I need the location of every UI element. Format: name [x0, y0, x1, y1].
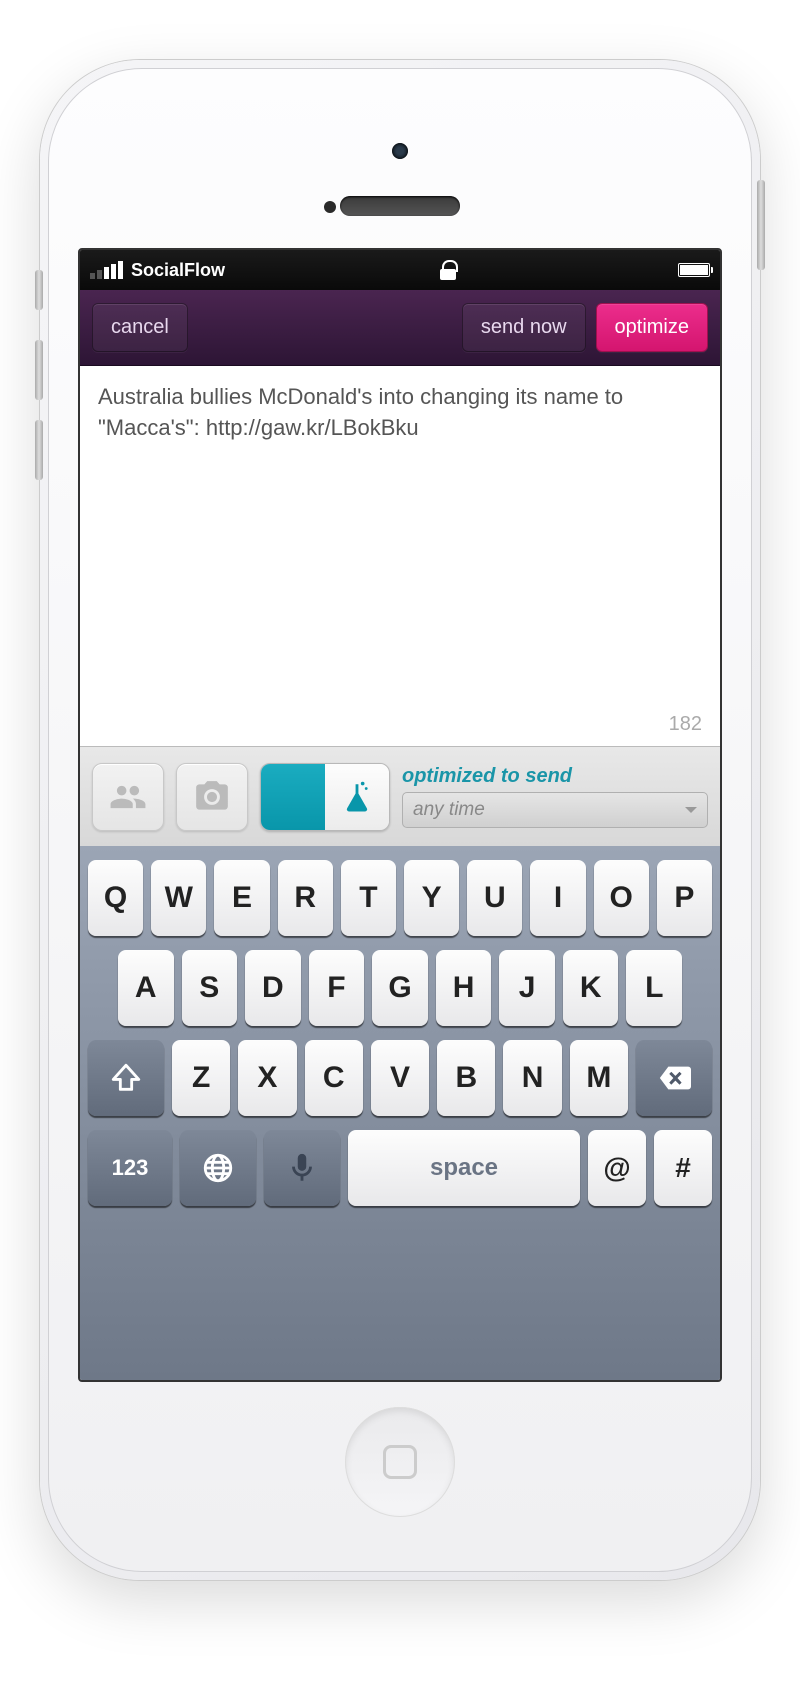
proximity-sensor: [324, 201, 336, 213]
globe-key[interactable]: [180, 1130, 256, 1206]
key-y[interactable]: Y: [404, 860, 459, 936]
key-f[interactable]: F: [309, 950, 365, 1026]
globe-icon: [201, 1151, 235, 1185]
send-now-button[interactable]: send now: [462, 303, 586, 352]
keyboard-row-2: ASDFGHJKL: [88, 950, 712, 1026]
front-camera: [392, 143, 408, 159]
key-m[interactable]: M: [570, 1040, 628, 1116]
compose-toolbar: optimized to send any time: [80, 746, 720, 846]
key-w[interactable]: W: [151, 860, 206, 936]
volume-down: [35, 420, 43, 480]
backspace-key[interactable]: [636, 1040, 712, 1116]
hash-key[interactable]: #: [654, 1130, 712, 1206]
microphone-icon: [285, 1151, 319, 1185]
cancel-button[interactable]: cancel: [92, 303, 188, 352]
battery-icon: [678, 263, 710, 277]
key-h[interactable]: H: [436, 950, 492, 1026]
key-a[interactable]: A: [118, 950, 174, 1026]
lock-icon: [440, 260, 456, 280]
key-s[interactable]: S: [182, 950, 238, 1026]
char-count: 182: [669, 713, 702, 736]
key-n[interactable]: N: [503, 1040, 561, 1116]
key-d[interactable]: D: [245, 950, 301, 1026]
key-r[interactable]: R: [278, 860, 333, 936]
key-l[interactable]: L: [626, 950, 682, 1026]
optimize-toggle[interactable]: [260, 763, 390, 831]
camera-button[interactable]: [176, 763, 248, 831]
key-u[interactable]: U: [467, 860, 522, 936]
compose-area: Australia bullies McDonald's into changi…: [80, 366, 720, 746]
keyboard-row-1: QWERTYUIOP: [88, 860, 712, 936]
numbers-key[interactable]: 123: [88, 1130, 172, 1206]
keyboard-row-3: ZXCVBNM: [88, 1040, 712, 1116]
earpiece-speaker: [340, 196, 460, 216]
key-x[interactable]: X: [238, 1040, 296, 1116]
shift-key[interactable]: [88, 1040, 164, 1116]
nav-bar: cancel send now optimize: [80, 290, 720, 366]
compose-input[interactable]: Australia bullies McDonald's into changi…: [98, 382, 702, 702]
key-j[interactable]: J: [499, 950, 555, 1026]
power-button: [757, 180, 765, 270]
key-t[interactable]: T: [341, 860, 396, 936]
key-k[interactable]: K: [563, 950, 619, 1026]
at-key[interactable]: @: [588, 1130, 646, 1206]
key-c[interactable]: C: [305, 1040, 363, 1116]
time-dropdown[interactable]: any time: [402, 792, 708, 828]
shift-icon: [109, 1061, 143, 1095]
home-button[interactable]: [345, 1407, 455, 1517]
mic-key[interactable]: [264, 1130, 340, 1206]
keyboard: QWERTYUIOP ASDFGHJKL ZXCVBNM 123: [80, 846, 720, 1380]
keyboard-row-4: 123 space @ #: [88, 1130, 712, 1206]
volume-up: [35, 340, 43, 400]
key-o[interactable]: O: [594, 860, 649, 936]
signal-bars-icon: [90, 261, 123, 279]
phone-device-frame: SocialFlow cancel send now optimize Aust…: [40, 60, 760, 1580]
key-g[interactable]: G: [372, 950, 428, 1026]
key-p[interactable]: P: [657, 860, 712, 936]
optimize-button[interactable]: optimize: [596, 303, 708, 352]
flask-icon: [340, 780, 374, 814]
backspace-icon: [657, 1061, 691, 1095]
audience-button[interactable]: [92, 763, 164, 831]
key-v[interactable]: V: [371, 1040, 429, 1116]
status-bar: SocialFlow: [80, 250, 720, 290]
screen: SocialFlow cancel send now optimize Aust…: [78, 248, 722, 1382]
mute-switch: [35, 270, 43, 310]
carrier-label: SocialFlow: [131, 260, 225, 281]
key-e[interactable]: E: [214, 860, 269, 936]
key-q[interactable]: Q: [88, 860, 143, 936]
people-icon: [109, 778, 147, 816]
optimize-label: optimized to send: [402, 765, 708, 788]
space-key[interactable]: space: [348, 1130, 580, 1206]
key-z[interactable]: Z: [172, 1040, 230, 1116]
key-b[interactable]: B: [437, 1040, 495, 1116]
optimize-info: optimized to send any time: [402, 765, 708, 828]
camera-icon: [193, 778, 231, 816]
key-i[interactable]: I: [530, 860, 585, 936]
